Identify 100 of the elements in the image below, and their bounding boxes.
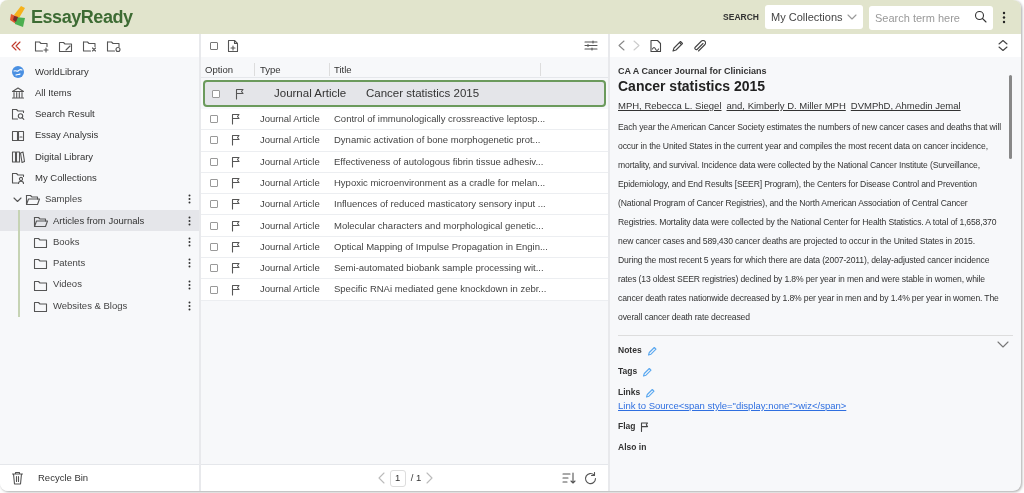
more-menu-icon[interactable]	[188, 215, 191, 226]
table-row[interactable]: Journal Article Cancer statistics 2015	[203, 80, 606, 107]
search-icon[interactable]	[974, 10, 987, 23]
more-menu-icon[interactable]	[1002, 10, 1006, 24]
paperclip-icon[interactable]	[692, 39, 706, 52]
more-menu-icon[interactable]	[188, 237, 191, 247]
expand-collapse-icon[interactable]	[996, 39, 1010, 52]
select-all-checkbox[interactable]	[210, 41, 218, 50]
table-row[interactable]: Journal Article Specific RNAi mediated gene knockdown in zebr...	[201, 279, 608, 301]
sidebar-item[interactable]: All Items	[0, 82, 199, 104]
table-cell-text: Optical Mapping of Impulse Propagation in Engin...	[334, 239, 548, 254]
chevron-down-icon	[847, 14, 857, 20]
tree-folder[interactable]: Websites & Blogs	[0, 295, 199, 317]
table-cell-text: Journal Article	[260, 112, 321, 126]
logo-icon	[9, 6, 27, 28]
flag-icon[interactable]	[640, 421, 650, 432]
flag-icon[interactable]	[230, 198, 240, 211]
flag-icon[interactable]	[230, 177, 240, 190]
table-cell: Dynamic activation of bone morphogenetic prot...	[334, 133, 541, 148]
collapse-icon[interactable]	[10, 40, 22, 51]
tree-folder[interactable]: Videos	[0, 273, 199, 296]
table-cell-text: Journal Article	[260, 261, 321, 276]
chevron-left-icon[interactable]	[618, 40, 625, 51]
flag-icon[interactable]	[230, 219, 240, 232]
flag-icon[interactable]	[230, 155, 240, 168]
table-row[interactable]: Journal Article Molecular characters and morphological genetic...	[201, 215, 608, 237]
chevron-down-icon[interactable]	[997, 341, 1009, 348]
flag-icon[interactable]	[230, 262, 240, 275]
table-row[interactable]: Journal Article Control of immunologically crossreactive leptosp...	[201, 109, 608, 131]
flag-icon[interactable]	[230, 113, 240, 126]
source-link[interactable]: Link to Source<span style="display:none">wiz</span>	[618, 400, 1013, 412]
refresh-icon[interactable]	[584, 471, 597, 485]
table-cell-text: Cancer statistics 2015	[366, 85, 480, 101]
table-cell-text: Journal Article	[260, 133, 321, 148]
trash-icon[interactable]	[11, 471, 24, 485]
field-label: Also in	[618, 441, 647, 454]
author-link[interactable]: and, Kimberly D. Miller MPH	[726, 99, 846, 112]
folder-settings-icon[interactable]	[106, 38, 122, 53]
table-cell-text: Journal Article	[260, 239, 321, 254]
folder-user-icon	[11, 171, 25, 186]
sidebar-item[interactable]: Digital Library	[0, 146, 199, 168]
row-checkbox[interactable]	[210, 285, 218, 294]
row-checkbox[interactable]	[210, 221, 218, 230]
more-menu-icon[interactable]	[188, 279, 191, 290]
filter-settings-icon[interactable]	[584, 40, 598, 51]
field-label: Flag	[618, 420, 636, 433]
sidebar-item[interactable]: WorldLibrary	[0, 61, 199, 83]
row-checkbox[interactable]	[210, 242, 218, 251]
new-folder-icon[interactable]	[34, 38, 50, 53]
row-checkbox[interactable]	[210, 136, 218, 145]
folder-icon	[33, 235, 48, 249]
author-link[interactable]: DVMPhD, Ahmedin Jemal	[850, 99, 961, 112]
row-checkbox[interactable]	[210, 200, 218, 209]
row-checkbox[interactable]	[210, 157, 218, 166]
page-total: / 1	[410, 470, 422, 485]
book-icon	[11, 128, 25, 143]
table-cell-text: Hypoxic microenvironment as a cradle for melan...	[334, 175, 546, 190]
table-row[interactable]: Journal Article Dynamic activation of bone morphogenetic prot...	[201, 130, 608, 152]
table-cell-text: Journal Article	[260, 218, 321, 233]
table-row[interactable]: Journal Article Optical Mapping of Impulse Propagation in Engin...	[201, 236, 608, 259]
page-number-field[interactable]: 1	[389, 469, 406, 487]
table-row[interactable]: Journal Article Hypoxic microenvironment as a cradle for melan...	[201, 172, 608, 195]
table-row[interactable]: Journal Article Semi-automated biobank sample processing wit...	[201, 258, 608, 280]
flag-icon[interactable]	[234, 87, 244, 100]
row-checkbox[interactable]	[210, 115, 218, 124]
flag-icon[interactable]	[230, 134, 240, 147]
sort-icon[interactable]	[562, 472, 576, 484]
table-row[interactable]: Journal Article Effectiveness of autologous fibrin tissue adhesiv...	[201, 151, 608, 173]
tree-folder[interactable]: Articles from Journals	[0, 210, 199, 232]
more-menu-icon[interactable]	[188, 258, 191, 269]
more-menu-icon[interactable]	[188, 300, 191, 311]
app-logo-text: EssayReady	[31, 5, 133, 29]
sidebar-item[interactable]: Search Result	[0, 103, 199, 125]
table-cell-text: Control of immunologically crossreactive leptosp...	[334, 112, 546, 126]
search-field[interactable]: Search term here	[869, 6, 993, 30]
pencil-icon[interactable]	[671, 39, 684, 52]
column-header[interactable]: Type	[254, 62, 329, 76]
tree-folder[interactable]: Patents	[0, 252, 199, 274]
column-header[interactable]: Title	[329, 62, 541, 76]
row-checkbox[interactable]	[210, 179, 218, 188]
row-checkbox[interactable]	[212, 89, 220, 98]
author-link[interactable]: MPH, Rebecca L. Siegel	[618, 99, 722, 112]
flag-icon[interactable]	[230, 240, 240, 253]
flag-icon[interactable]	[230, 283, 240, 296]
table-cell: Influences of reduced masticatory sensory input ...	[334, 197, 546, 212]
tree-folder[interactable]: Books	[0, 231, 199, 253]
document-view-icon[interactable]	[649, 38, 663, 53]
table-row[interactable]: Journal Article Influences of reduced masticatory sensory input ...	[201, 194, 608, 216]
sidebar-item[interactable]: Essay Analysis	[0, 124, 199, 147]
scope-dropdown[interactable]: My Collections	[765, 5, 863, 29]
recycle-bin-item[interactable]: Recycle Bin	[38, 470, 89, 486]
delete-folder-icon[interactable]	[82, 38, 98, 53]
tree-folder[interactable]: Samples	[0, 188, 199, 211]
add-document-icon[interactable]	[227, 38, 239, 53]
row-checkbox[interactable]	[210, 264, 218, 273]
column-header[interactable]: Option	[201, 62, 254, 76]
folder-icon	[33, 256, 48, 271]
sidebar-item[interactable]: My Collections	[0, 167, 199, 189]
journal-name: CA A Cancer Journal for Clinicians	[618, 65, 768, 77]
more-menu-icon[interactable]	[188, 194, 191, 205]
